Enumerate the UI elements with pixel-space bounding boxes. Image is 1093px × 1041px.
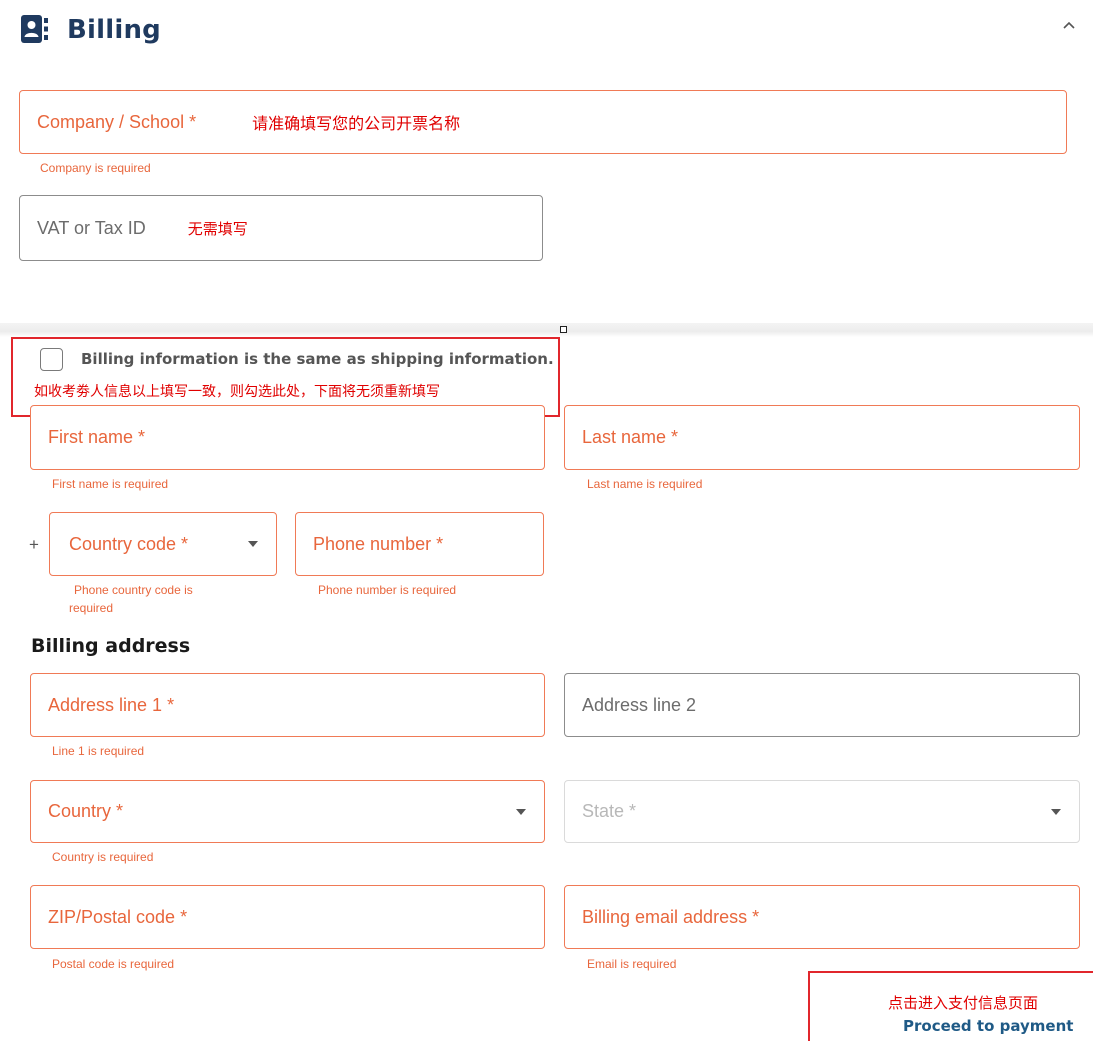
phone-number-field[interactable]: Phone number * bbox=[295, 512, 544, 576]
country-code-select[interactable]: Country code * bbox=[49, 512, 277, 576]
vat-field[interactable]: VAT or Tax ID 无需填写 bbox=[19, 195, 543, 261]
same-as-shipping-checkbox[interactable] bbox=[40, 348, 63, 371]
divider bbox=[0, 323, 1093, 337]
address-line2-field[interactable]: Address line 2 bbox=[564, 673, 1080, 737]
chevron-down-icon bbox=[248, 541, 258, 547]
company-annotation: 请准确填写您的公司开票名称 bbox=[252, 114, 461, 133]
state-label: State * bbox=[582, 801, 637, 821]
billing-email-label: Billing email address * bbox=[582, 906, 760, 927]
billing-email-error: Email is required bbox=[587, 957, 677, 971]
chevron-down-icon bbox=[516, 808, 526, 815]
billing-email-field[interactable]: Billing email address * bbox=[564, 885, 1080, 949]
phone-number-label: Phone number * bbox=[313, 533, 444, 554]
collapse-button[interactable] bbox=[1058, 14, 1080, 36]
zip-field[interactable]: ZIP/Postal code * bbox=[30, 885, 545, 949]
country-label: Country * bbox=[48, 801, 124, 821]
address-line1-error: Line 1 is required bbox=[52, 744, 145, 758]
proceed-to-payment-button[interactable]: Proceed to payment bbox=[903, 1017, 1073, 1035]
phone-prefix: + bbox=[29, 535, 39, 554]
last-name-label: Last name * bbox=[582, 427, 679, 447]
vat-label: VAT or Tax ID bbox=[37, 217, 146, 238]
vat-annotation: 无需填写 bbox=[187, 219, 248, 238]
same-as-shipping-label: Billing information is the same as shipp… bbox=[81, 350, 554, 368]
chevron-down-icon bbox=[1051, 808, 1061, 815]
zip-label: ZIP/Postal code * bbox=[48, 906, 188, 927]
same-as-shipping-annotation: 如收考劵人信息以上填写一致，则勾选此处，下面将无须重新填写 bbox=[34, 384, 440, 400]
contact-card-icon bbox=[21, 15, 48, 43]
zip-error: Postal code is required bbox=[52, 957, 175, 971]
country-select[interactable]: Country * bbox=[30, 780, 545, 843]
address-line1-field[interactable]: Address line 1 * bbox=[30, 673, 545, 737]
company-field[interactable]: Company / School * 请准确填写您的公司开票名称 bbox=[19, 90, 1067, 154]
first-name-error: First name is required bbox=[52, 477, 169, 491]
state-select[interactable]: State * bbox=[564, 780, 1080, 843]
chevron-up-icon bbox=[1063, 21, 1075, 29]
company-error: Company is required bbox=[40, 161, 151, 175]
company-label: Company / School * bbox=[37, 111, 197, 132]
phone-number-error: Phone number is required bbox=[318, 583, 457, 597]
last-name-error: Last name is required bbox=[587, 477, 703, 491]
first-name-label: First name * bbox=[48, 427, 146, 447]
country-code-error-line1: Phone country code is bbox=[74, 583, 193, 597]
billing-address-title: Billing address bbox=[31, 635, 191, 657]
last-name-field[interactable]: Last name * bbox=[564, 405, 1080, 470]
first-name-field[interactable]: First name * bbox=[30, 405, 545, 470]
address-line1-label: Address line 1 * bbox=[48, 694, 175, 715]
payment-annotation: 点击进入支付信息页面 bbox=[888, 994, 1039, 1012]
address-line2-label: Address line 2 bbox=[582, 694, 697, 715]
country-code-error-line2: required bbox=[69, 601, 114, 615]
country-error: Country is required bbox=[52, 850, 154, 864]
resize-handle bbox=[560, 326, 567, 333]
country-code-label: Country code * bbox=[69, 533, 189, 554]
page-title: Billing bbox=[67, 15, 161, 45]
